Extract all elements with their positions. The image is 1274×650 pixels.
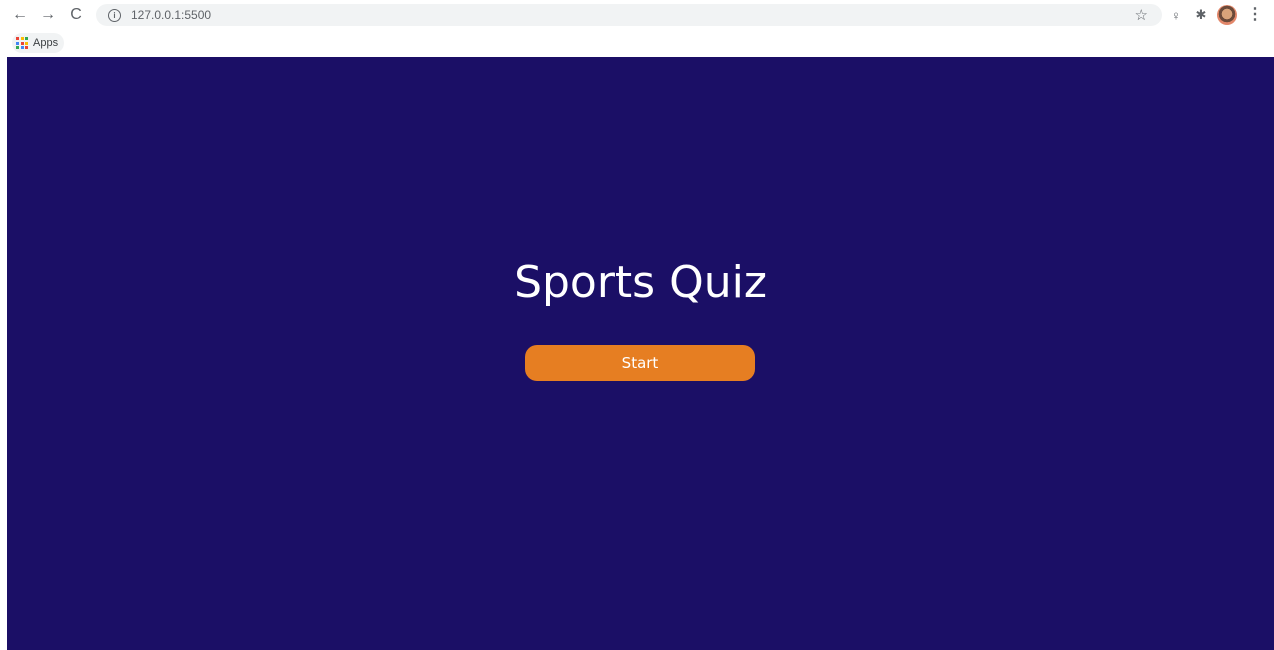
apps-grid-dot (16, 37, 19, 40)
apps-grid-dot (16, 41, 19, 45)
apps-grid-dot (25, 41, 28, 45)
apps-shortcut[interactable]: Apps (12, 33, 65, 53)
menu-icon[interactable]: ⋮ (1247, 5, 1263, 25)
apps-grid-dot (20, 46, 24, 49)
apps-grid-dot (20, 41, 24, 45)
apps-grid-dot (16, 46, 19, 49)
page-title: Sports Quiz (514, 257, 767, 308)
info-icon[interactable]: i (108, 8, 121, 22)
apps-grid-dot (25, 46, 28, 49)
back-icon[interactable]: ← (9, 4, 31, 26)
apps-grid-icon (16, 37, 28, 49)
profile-avatar[interactable] (1217, 5, 1237, 25)
forward-icon[interactable]: → (37, 4, 59, 26)
start-button[interactable]: Start (525, 345, 755, 381)
browser-toolbar: ← → C i 127.0.0.1:5500 ☆ ♀ ✱ ⋮ (0, 0, 1274, 30)
bookmark-star-icon[interactable]: ☆ (1135, 6, 1148, 24)
browser-chrome: ← → C i 127.0.0.1:5500 ☆ ♀ ✱ ⋮ Apps (0, 0, 1274, 57)
apps-label: Apps (33, 37, 59, 49)
quiz-page: Sports Quiz Start (7, 57, 1274, 650)
bookmarks-bar: Apps (0, 30, 1274, 57)
address-bar-url[interactable]: 127.0.0.1:5500 (131, 8, 211, 22)
apps-grid-dot (25, 37, 28, 40)
puzzle-icon[interactable]: ✱ (1191, 5, 1211, 25)
extension-icon[interactable]: ♀ (1166, 5, 1186, 25)
address-bar[interactable]: i 127.0.0.1:5500 ☆ (96, 4, 1162, 26)
reload-icon[interactable]: C (65, 4, 87, 26)
apps-grid-dot (20, 37, 24, 40)
